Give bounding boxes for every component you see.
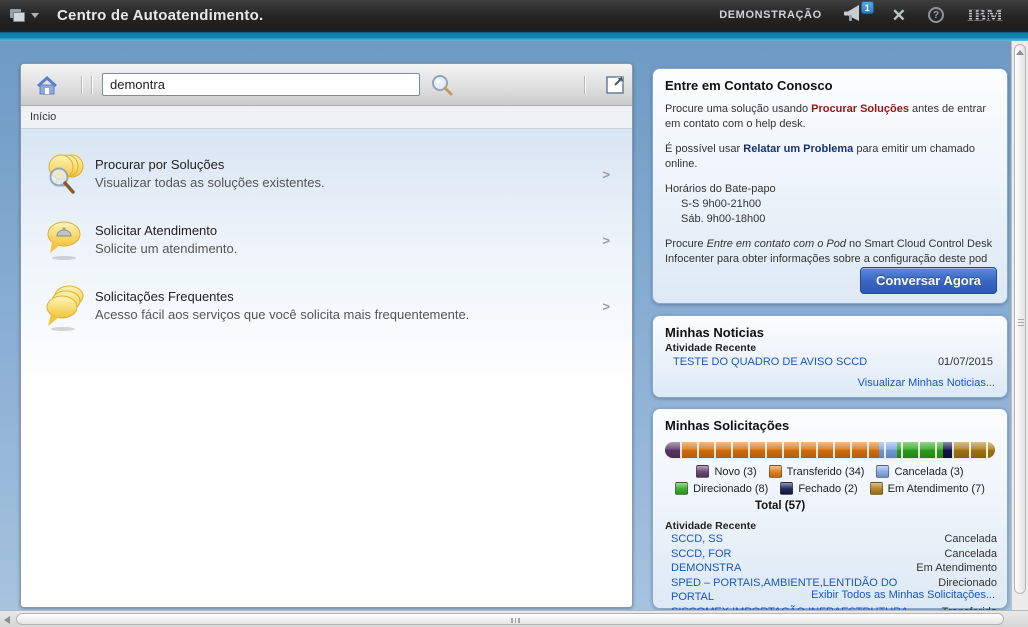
legend-swatch — [876, 465, 890, 478]
toolbar-separator — [91, 75, 92, 94]
scroll-up-icon — [1016, 50, 1024, 55]
request-status: Em Atendimento — [916, 562, 997, 574]
breadcrumb: Início — [21, 106, 632, 129]
menu-item-procurar-solucoes[interactable]: Procurar por Soluções Visualizar todas a… — [21, 151, 632, 209]
scrollbar-grip — [1018, 317, 1024, 328]
home-button[interactable] — [35, 73, 59, 97]
news-item-date: 01/07/2015 — [937, 356, 993, 368]
legend-swatch — [768, 465, 782, 478]
close-icon[interactable]: ✕ — [892, 7, 906, 24]
vertical-scrollbar[interactable] — [1011, 41, 1028, 610]
news-panel: Minhas Noticias Atividade Recente TESTE … — [652, 315, 1008, 398]
bar-segment-fechado — [942, 442, 955, 458]
ibm-logo: IBM — [967, 5, 1003, 25]
bar-segment-cancelada — [879, 442, 897, 458]
search-toolbar — [21, 64, 632, 106]
main-content: Início Procurar por Soluções — [0, 41, 1011, 618]
svg-text:IBM: IBM — [967, 5, 1003, 25]
start-center-panel: Início Procurar por Soluções — [20, 63, 633, 608]
recent-activity-label: Atividade Recente — [665, 342, 757, 354]
chat-hours: Horários do Bate-papo S-S 9h00-21h00 Sáb… — [665, 182, 776, 226]
home-icon — [37, 75, 57, 94]
applications-menu-button[interactable] — [10, 8, 39, 22]
panel-title: Entre em Contato Conosco — [665, 78, 833, 93]
bar-segment-transferido — [682, 442, 880, 458]
notification-badge: 1 — [860, 1, 874, 14]
horizontal-scrollbar-thumb[interactable] — [16, 613, 1004, 625]
bar-segment-em-atendimento — [954, 442, 995, 458]
request-status: Cancelada — [944, 547, 997, 560]
search-solutions-icon — [43, 151, 85, 206]
view-requests-link[interactable]: Exibir Todos as Minhas Solicitações... — [811, 589, 995, 601]
chevron-down-icon — [31, 12, 39, 18]
contact-paragraph-3: Procure Entre em contato com o Pod no Sm… — [665, 237, 993, 266]
request-link[interactable]: SCCD, SS — [671, 532, 723, 547]
contact-paragraph-1: Procure uma solução usando Procurar Solu… — [665, 103, 987, 131]
menu-item-solicitacoes-frequentes[interactable]: Solicitações Frequentes Acesso fácil aos… — [21, 283, 632, 341]
view-news-link[interactable]: Visualizar Minhas Noticias... — [858, 377, 995, 389]
total-label: Total (57) — [755, 500, 806, 512]
requests-panel: Minhas Solicitações Novo (3) Transferido… — [652, 408, 1008, 618]
announcements-button[interactable]: 1 — [843, 1, 874, 26]
chevron-right-icon: > — [602, 233, 610, 248]
help-icon[interactable]: ? — [928, 7, 944, 23]
legend-swatch — [780, 482, 794, 495]
relatar-problema-link[interactable]: Relatar um Problema — [743, 143, 853, 155]
menu-item-title: Procurar por Soluções — [95, 157, 225, 172]
user-label[interactable]: DEMONSTRAÇÃO — [719, 9, 822, 21]
menu-item-solicitar-atendimento[interactable]: Solicitar Atendimento Solicite um atendi… — [21, 217, 632, 275]
scroll-left-icon — [4, 616, 10, 624]
contact-paragraph-2: É possível usar Relatar um Problema para… — [665, 142, 975, 171]
page-title: Centro de Autoatendimento. — [57, 6, 264, 24]
top-bar: Centro de Autoatendimento. DEMONSTRAÇÃO … — [0, 0, 1028, 30]
menu-item-title: Solicitar Atendimento — [95, 223, 218, 238]
panel-title: Minhas Noticias — [665, 325, 764, 340]
frequent-requests-icon — [43, 283, 85, 338]
contact-panel: Entre em Contato Conosco Procure uma sol… — [652, 68, 1008, 304]
procurar-solucoes-link[interactable]: Procurar Soluções — [811, 103, 909, 115]
search-icon — [432, 74, 453, 95]
chevron-right-icon: > — [602, 167, 610, 182]
bar-segment-direcionado — [896, 442, 943, 458]
menu-item-desc: Acesso fácil aos serviços que você solic… — [95, 307, 470, 322]
news-item-row: TESTE DO QUADRO DE AVISO SCCD 01/07/2015 — [653, 354, 1007, 368]
legend-row-1: Novo (3) Transferido (34) Cancelada (3) — [653, 465, 1007, 478]
start-center-body: Procurar por Soluções Visualizar todas a… — [21, 129, 632, 607]
chevron-right-icon: > — [602, 299, 610, 314]
search-input[interactable] — [102, 73, 420, 96]
menu-item-desc: Visualizar todas as soluções existentes. — [95, 175, 325, 190]
request-status: Cancelada — [944, 533, 997, 545]
legend-swatch — [675, 482, 689, 495]
windows-stack-icon — [10, 8, 26, 22]
expand-icon — [606, 75, 624, 94]
scrollbar-grip — [511, 618, 520, 623]
menu-item-title: Solicitações Frequentes — [95, 289, 234, 304]
request-link[interactable]: DEMONSTRA — [671, 561, 741, 576]
panel-title: Minhas Solicitações — [665, 418, 790, 433]
request-row: SCCD, SS Cancelada — [653, 532, 1007, 547]
bar-segment-novo — [665, 442, 683, 458]
request-service-icon — [43, 217, 85, 272]
request-row: DEMONSTRA Em Atendimento — [653, 561, 1007, 576]
vertical-scrollbar-thumb[interactable] — [1014, 44, 1026, 594]
accent-strip — [0, 30, 1028, 41]
legend-row-2: Direcionado (8) Fechado (2) Em Atendimen… — [653, 482, 1007, 495]
search-button[interactable] — [430, 73, 454, 97]
recent-activity-label: Atividade Recente — [665, 520, 757, 532]
toolbar-separator — [81, 75, 82, 94]
maximize-button[interactable] — [605, 74, 627, 96]
request-row: SCCD, FOR Cancelada — [653, 547, 1007, 562]
news-item-link[interactable]: TESTE DO QUADRO DE AVISO SCCD — [673, 356, 867, 368]
toolbar-separator — [584, 75, 585, 94]
legend-swatch — [869, 482, 883, 495]
request-link[interactable]: SCCD, FOR — [671, 547, 732, 562]
menu-item-desc: Solicite um atendimento. — [95, 241, 238, 256]
legend-swatch — [696, 465, 710, 478]
requests-stacked-bar — [665, 442, 995, 458]
horizontal-scrollbar[interactable] — [0, 610, 1028, 627]
chat-now-button[interactable]: Conversar Agora — [860, 267, 997, 294]
